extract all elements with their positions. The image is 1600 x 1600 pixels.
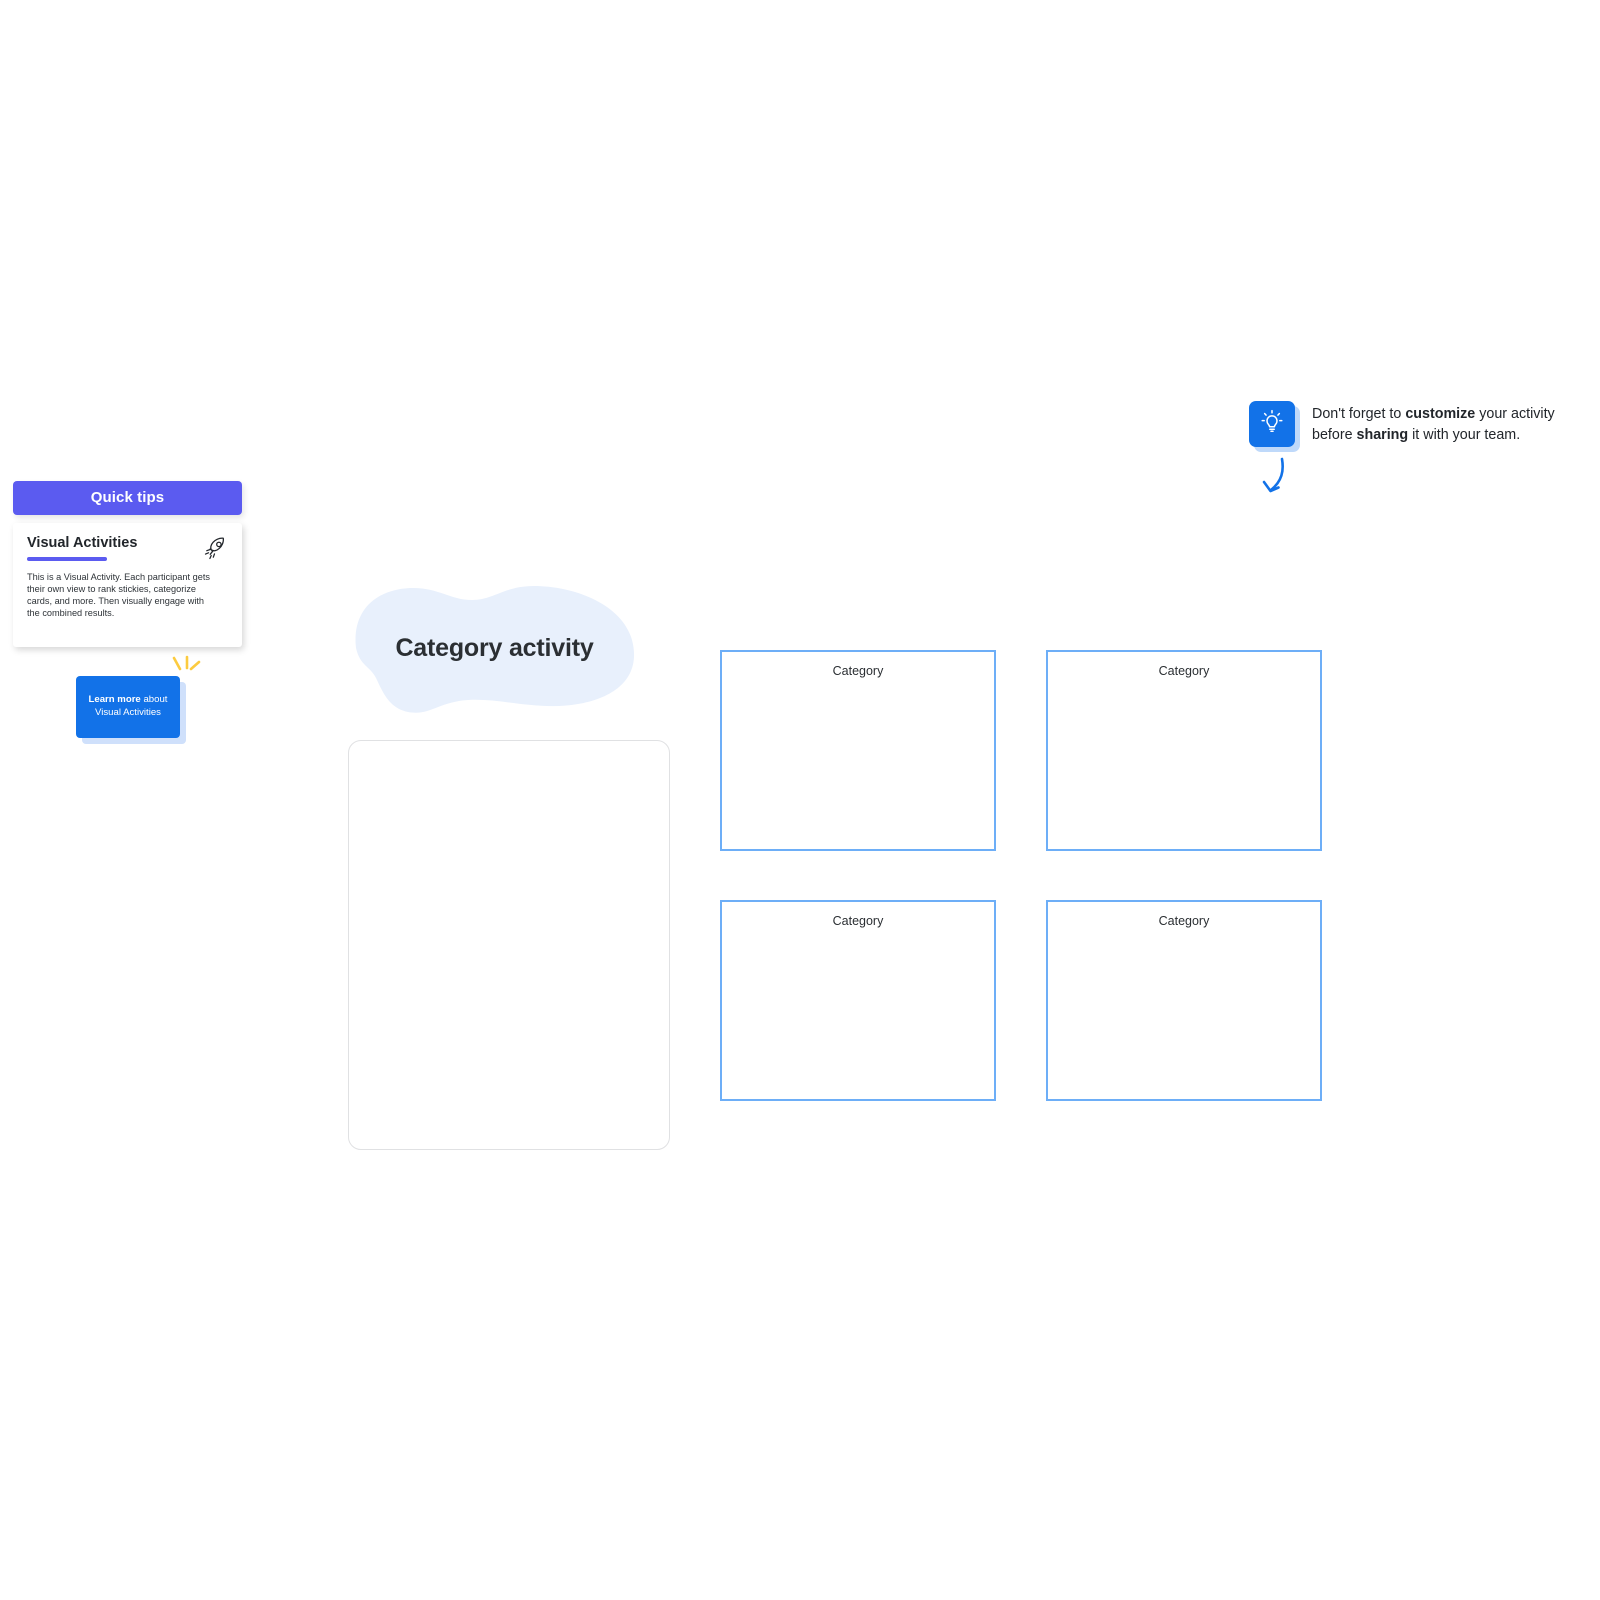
tip-line2-prefix: before [1312, 426, 1357, 443]
title-accent-underline [27, 556, 107, 561]
learn-more-subject: Visual Activities [95, 707, 161, 718]
page-title: Category activity [395, 633, 594, 662]
category-label: Category [1158, 664, 1210, 678]
tip-line1-bold: customize [1405, 406, 1476, 422]
quick-tips-panel: Quick tips Visual Activities This is a V… [13, 481, 242, 647]
learn-more-strong: Learn more [88, 694, 141, 706]
category-label: Category [832, 664, 884, 678]
tip-line2-bold: sharing [1356, 426, 1409, 443]
stickies-card[interactable] [348, 740, 670, 1150]
quick-tips-card-title: Visual Activities [27, 535, 138, 551]
tip-line1-prefix: Don't forget to [1312, 406, 1406, 422]
tip-line2-suffix: it with your team. [1408, 426, 1521, 443]
quick-tips-header-button[interactable]: Quick tips [13, 481, 242, 515]
category-box[interactable]: Category [1046, 650, 1322, 851]
category-box[interactable]: Category [720, 650, 996, 851]
learn-more-button[interactable]: Learn more about Visual Activities [76, 676, 180, 738]
quick-tips-card: Visual Activities This is a Visual Activ… [13, 523, 242, 647]
tip-line1-suffix: your activity [1475, 406, 1555, 422]
category-label: Category [1158, 914, 1210, 928]
lightbulb-icon [1258, 408, 1286, 441]
lightbulb-badge [1249, 401, 1295, 447]
rocket-icon [201, 535, 229, 563]
category-box[interactable]: Category [720, 900, 996, 1101]
learn-more-rest: about [140, 694, 168, 706]
curved-arrow-down-icon [1250, 455, 1300, 505]
quick-tips-card-body: This is a Visual Activity. Each particip… [27, 571, 210, 619]
category-box[interactable]: Category [1046, 900, 1322, 1101]
category-label: Category [832, 914, 884, 928]
customize-tip-text: Don't forget to customize your activity … [1312, 404, 1592, 445]
